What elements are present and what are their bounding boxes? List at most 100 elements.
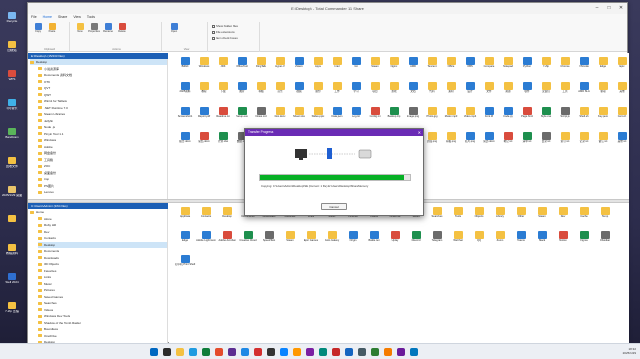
desktop-icon[interactable]: Recycle bbox=[2, 12, 22, 26]
ribbon-button[interactable]: Rename bbox=[102, 23, 114, 33]
ribbon-button[interactable]: Copy bbox=[32, 23, 44, 33]
tree-item[interactable]: Windows Dev Tools bbox=[38, 313, 167, 319]
weather-icon[interactable] bbox=[358, 348, 366, 356]
desktop-icon[interactable]: WPS bbox=[2, 70, 22, 84]
checkbox-box[interactable] bbox=[212, 36, 215, 40]
teams-icon[interactable] bbox=[228, 348, 236, 356]
tree-item[interactable]: Adobe bbox=[38, 144, 167, 150]
file-item[interactable]: 打印机 Print Shell bbox=[172, 255, 198, 278]
excel-icon[interactable] bbox=[371, 348, 379, 356]
store-icon[interactable] bbox=[280, 348, 288, 356]
file-item[interactable]: 其他 bbox=[609, 82, 629, 105]
tree-item[interactable]: ZOC bbox=[38, 163, 167, 169]
tree-item[interactable]: Links bbox=[38, 274, 167, 280]
minimize-button[interactable]: – bbox=[591, 3, 603, 14]
search-icon[interactable] bbox=[163, 348, 171, 356]
ribbon-tab[interactable]: File bbox=[31, 14, 37, 21]
media-icon[interactable] bbox=[254, 348, 262, 356]
ribbon-button[interactable]: Properties bbox=[88, 23, 100, 33]
ribbon-button[interactable]: Paste bbox=[46, 23, 58, 33]
desktop-icon[interactable]: 回收站 bbox=[2, 41, 22, 55]
tree-item[interactable]: Contacts bbox=[38, 235, 167, 241]
tree-item[interactable]: Node .js bbox=[38, 124, 167, 130]
tree-item[interactable]: tmp bbox=[38, 176, 167, 182]
calculator-icon[interactable] bbox=[319, 348, 327, 356]
tree-item[interactable]: Searches bbox=[38, 300, 167, 306]
tree-item[interactable]: OTK bbox=[38, 79, 167, 85]
mail-icon[interactable] bbox=[241, 348, 249, 356]
desktop-icon[interactable]: Stell 2024 bbox=[2, 273, 22, 287]
music-icon[interactable] bbox=[332, 348, 340, 356]
tree-item[interactable]: Pinyin Tool 1.1 bbox=[38, 131, 167, 137]
desktop-icon[interactable]: 2025/1/29 桌面 bbox=[2, 186, 22, 200]
file-item[interactable]: Temp bbox=[592, 207, 618, 230]
close-button[interactable]: ✕ bbox=[615, 3, 627, 14]
desktop-icon[interactable]: 教程资料 bbox=[2, 244, 22, 258]
tree-item[interactable]: Alone bbox=[38, 216, 167, 222]
tree-item[interactable]: Desktop bbox=[38, 241, 167, 248]
tree-item[interactable]: 小说资源库 bbox=[38, 66, 167, 72]
tree-item[interactable]: OneDrive bbox=[38, 333, 167, 339]
tree-item[interactable]: Shadow of the Tomb Raider bbox=[38, 320, 167, 326]
edge-icon[interactable] bbox=[189, 348, 197, 356]
tree-item[interactable]: Music bbox=[38, 281, 167, 287]
tree-item[interactable]: 网盘备份 bbox=[38, 150, 167, 156]
checkbox-box[interactable] bbox=[212, 30, 215, 34]
ribbon-checkbox[interactable]: Item check boxes bbox=[212, 36, 238, 40]
ribbon-button[interactable]: Open bbox=[168, 23, 180, 33]
file-item[interactable]: Epic bbox=[609, 57, 629, 80]
xbox-icon[interactable] bbox=[202, 348, 210, 356]
tree-item[interactable]: .NET Runtime 7.0 bbox=[38, 105, 167, 111]
tree-item[interactable]: 3D Objects bbox=[38, 261, 167, 267]
tree-item[interactable]: Home bbox=[30, 209, 167, 215]
tree-item[interactable]: Lenovo bbox=[38, 189, 167, 195]
tree-item[interactable]: PS图片 bbox=[38, 183, 167, 189]
tree-item[interactable]: Steam Libraries bbox=[38, 111, 167, 117]
file-item[interactable]: Obsidian bbox=[592, 231, 618, 254]
dialog-close-icon[interactable]: ✕ bbox=[418, 129, 421, 136]
desktop-icon[interactable]: 回收文件 bbox=[2, 157, 22, 171]
tree-item[interactable]: Downloads bbox=[38, 255, 167, 261]
tree-item[interactable]: QWT bbox=[38, 92, 167, 98]
desktop-icon[interactable] bbox=[2, 215, 22, 229]
tree-item[interactable]: Boundless bbox=[38, 326, 167, 332]
tree-item[interactable]: Jellyfin bbox=[38, 118, 167, 124]
ribbon-tab[interactable]: View bbox=[73, 14, 81, 21]
tree-item[interactable]: Win11 for Tablets bbox=[38, 98, 167, 104]
maximize-button[interactable]: □ bbox=[603, 3, 615, 14]
tree-item[interactable]: Favorites bbox=[38, 268, 167, 274]
tray-clock[interactable]: 18:32 2025/1/29 bbox=[623, 347, 636, 355]
checkbox-box[interactable] bbox=[212, 24, 215, 28]
terminal-icon[interactable] bbox=[267, 348, 275, 356]
ribbon-tab[interactable]: Tools bbox=[87, 14, 95, 21]
tree-item[interactable]: Pictures bbox=[38, 287, 167, 293]
ribbon-button[interactable]: Delete bbox=[116, 23, 128, 33]
cancel-button[interactable]: Cancel bbox=[321, 203, 347, 210]
tree-item[interactable]: Videos bbox=[38, 307, 167, 313]
tree-item[interactable]: QVT bbox=[38, 85, 167, 91]
tree-item[interactable]: Desktop bbox=[30, 59, 167, 65]
start-icon[interactable] bbox=[150, 348, 158, 356]
tree-item[interactable]: Saved Games bbox=[38, 294, 167, 300]
tree-item[interactable]: Dev bbox=[38, 229, 167, 235]
onenote-icon[interactable] bbox=[306, 348, 314, 356]
tree-item[interactable]: Documents bbox=[38, 248, 167, 254]
vs-icon[interactable] bbox=[397, 348, 405, 356]
file-item[interactable]: 其他.txt bbox=[609, 132, 629, 155]
office-icon[interactable] bbox=[215, 348, 223, 356]
settings-icon[interactable] bbox=[345, 348, 353, 356]
ribbon-checkbox[interactable]: Show hidden files bbox=[212, 24, 238, 28]
ribbon-checkbox[interactable]: File extensions bbox=[212, 30, 235, 34]
browser-icon[interactable] bbox=[410, 348, 418, 356]
file-item[interactable]: Cert.crt bbox=[609, 107, 629, 130]
tree-item[interactable]: Ruby Hill bbox=[38, 222, 167, 228]
desktop-icon[interactable]: Bandicam bbox=[2, 128, 22, 142]
tree-item[interactable]: 桌面备份 bbox=[38, 170, 167, 176]
powerpoint-icon[interactable] bbox=[384, 348, 392, 356]
tree-item[interactable]: Windows bbox=[38, 137, 167, 143]
desktop-icon[interactable]: 7-Zip 压缩 bbox=[2, 302, 22, 316]
ribbon-tab[interactable]: Share bbox=[58, 14, 67, 21]
desktop-icon[interactable]: QQ音乐 bbox=[2, 99, 22, 113]
tree-item[interactable]: 工具箱 bbox=[38, 157, 167, 163]
tree-item[interactable]: Documents 资料文档 bbox=[38, 72, 167, 78]
